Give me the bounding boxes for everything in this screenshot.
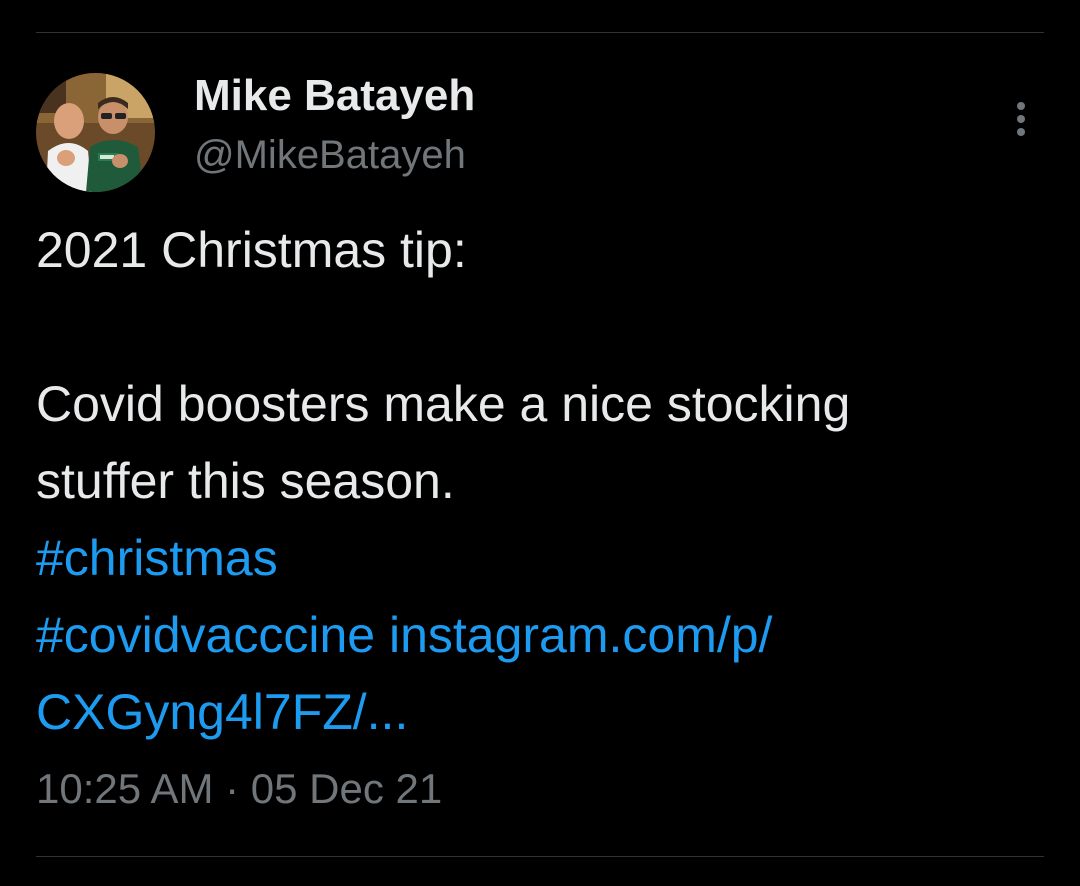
tweet-line-3: stuffer this season. bbox=[36, 453, 455, 509]
author-display-name[interactable]: Mike Batayeh bbox=[194, 70, 475, 122]
hashtag-covidvacccine-link[interactable]: #covidvacccine bbox=[36, 607, 375, 663]
more-options-button[interactable] bbox=[1004, 92, 1038, 146]
instagram-link-continued[interactable]: CXGyng4l7FZ/... bbox=[36, 684, 408, 740]
more-vertical-icon-dot-2 bbox=[1017, 115, 1025, 123]
avatar-photo bbox=[36, 73, 155, 192]
tweet-timestamp[interactable]: 10:25 AM · 05 Dec 21 bbox=[36, 762, 442, 816]
tweet-line-1: 2021 Christmas tip: bbox=[36, 222, 467, 278]
top-divider bbox=[36, 32, 1044, 33]
bottom-divider bbox=[36, 856, 1044, 857]
more-vertical-icon bbox=[1017, 102, 1025, 110]
hashtag-christmas-link[interactable]: #christmas bbox=[36, 530, 278, 586]
author-handle[interactable]: @MikeBatayeh bbox=[194, 130, 466, 180]
tweet-text: 2021 Christmas tip: Covid boosters make … bbox=[36, 212, 1046, 751]
avatar[interactable] bbox=[36, 73, 155, 192]
instagram-link[interactable]: instagram.com/p/ bbox=[389, 607, 772, 663]
tweet-line-2: Covid boosters make a nice stocking bbox=[36, 376, 851, 432]
more-vertical-icon-dot-3 bbox=[1017, 128, 1025, 136]
